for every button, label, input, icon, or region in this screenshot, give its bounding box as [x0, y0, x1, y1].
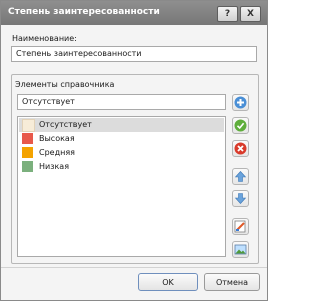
list-item[interactable]: Отсутствует	[19, 118, 224, 132]
color-swatch	[22, 147, 33, 158]
edit-icon	[234, 220, 246, 233]
title-bar[interactable]: Степень заинтересованности ? X	[1, 1, 267, 25]
items-list[interactable]: Отсутствует Высокая Средняя Низкая	[17, 116, 226, 257]
name-label: Наименование:	[12, 34, 77, 43]
dialog-window: Степень заинтересованности ? X Наименова…	[0, 0, 268, 301]
move-up-button[interactable]	[232, 168, 249, 185]
item-value-input[interactable]: Отсутствует	[17, 94, 226, 110]
cancel-button[interactable]: Отмена	[204, 273, 260, 291]
footer-divider	[1, 267, 267, 268]
ok-button[interactable]: OK	[138, 273, 198, 291]
add-item-button[interactable]	[232, 94, 249, 111]
list-item-label: Низкая	[39, 162, 70, 171]
window-title: Степень заинтересованности	[8, 7, 160, 17]
list-item[interactable]: Высокая	[19, 132, 224, 146]
help-button[interactable]: ?	[217, 6, 238, 22]
list-item-label: Средняя	[39, 148, 75, 157]
name-input[interactable]: Степень заинтересованности	[11, 46, 257, 62]
close-icon	[234, 142, 247, 155]
color-swatch	[22, 119, 35, 132]
apply-button[interactable]	[232, 117, 249, 134]
plus-icon	[234, 96, 247, 109]
arrow-down-icon	[234, 193, 247, 204]
list-item[interactable]: Средняя	[19, 146, 224, 160]
group-title: Элементы справочника	[15, 80, 115, 89]
move-down-button[interactable]	[232, 190, 249, 207]
list-item-label: Отсутствует	[39, 120, 92, 129]
list-item[interactable]: Низкая	[19, 160, 224, 174]
image-icon	[234, 244, 247, 255]
color-swatch	[22, 133, 33, 144]
color-swatch	[22, 161, 33, 172]
close-button[interactable]: X	[240, 6, 261, 22]
check-icon	[234, 119, 247, 132]
image-button[interactable]	[232, 241, 249, 258]
arrow-up-icon	[234, 171, 247, 182]
title-bar-buttons: ? X	[215, 6, 261, 22]
delete-item-button[interactable]	[232, 140, 249, 157]
edit-color-button[interactable]	[232, 218, 249, 235]
list-item-label: Высокая	[39, 134, 75, 143]
